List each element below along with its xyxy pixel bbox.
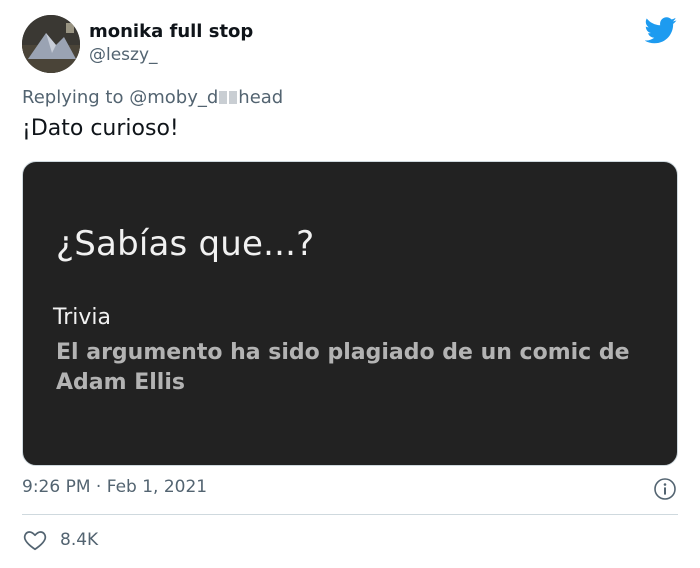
twitter-bird-icon[interactable]: [645, 17, 677, 44]
censor-block: [219, 91, 228, 104]
trivia-text: El argumento ha sido plagiado de un comi…: [56, 340, 630, 395]
reply-handle-link[interactable]: @moby_d head: [129, 87, 283, 108]
tweet-time: 9:26 PM: [22, 477, 91, 497]
trivia-label: Trivia: [53, 305, 111, 330]
like-count: 8.4K: [60, 530, 99, 550]
avatar-image: [22, 15, 80, 73]
user-handle[interactable]: @leszy_: [89, 45, 158, 65]
info-icon[interactable]: [653, 477, 677, 501]
media-question: ¿Sabías que...?: [56, 224, 315, 264]
replying-to: Replying to @moby_d head: [22, 87, 283, 108]
timestamp-separator: ·: [95, 477, 102, 497]
display-name[interactable]: monika full stop: [89, 21, 253, 42]
media-image[interactable]: ¿Sabías que...? Trivia El argumento ha s…: [22, 161, 678, 466]
heart-icon: [23, 531, 47, 551]
replying-prefix: Replying to: [22, 87, 124, 108]
reply-handle-start: @moby_d: [129, 87, 219, 108]
tweet-text: ¡Dato curioso!: [22, 116, 179, 141]
reply-handle-end: head: [238, 87, 284, 108]
timestamp[interactable]: 9:26 PM · Feb 1, 2021: [22, 477, 207, 497]
like-button[interactable]: 8.4K: [22, 527, 98, 553]
tweet-date: Feb 1, 2021: [106, 477, 208, 497]
avatar[interactable]: [22, 15, 80, 73]
censor-block: [229, 91, 238, 104]
divider: [22, 514, 678, 515]
